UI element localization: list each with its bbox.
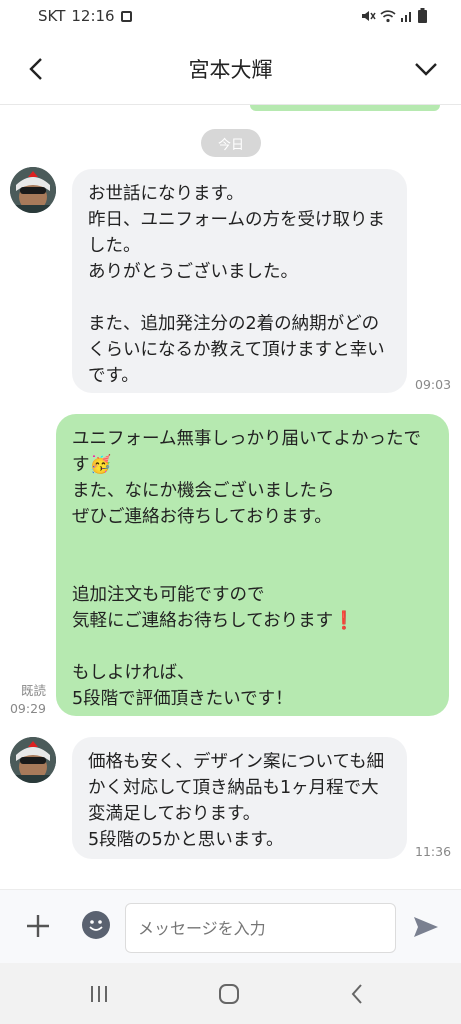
battery-icon <box>418 8 427 23</box>
chat-area[interactable]: 今日 お世話になります。 昨日、ユニフォームの方を受け取りました。 ありがとうご… <box>0 105 461 889</box>
home-icon <box>219 984 239 1004</box>
avatar[interactable] <box>10 737 56 783</box>
attach-button[interactable] <box>22 910 54 942</box>
message-text: もしよければ、 5段階で評価頂きたいです！ <box>72 663 293 709</box>
back-nav-icon <box>351 984 362 1004</box>
contact-name: 宮本大輝 <box>188 58 273 82</box>
recent-apps-icon <box>91 986 107 1002</box>
plus-icon <box>27 915 49 937</box>
message-text: また、なにか機会ございましたら ぜひご連絡お待ちしております。 追加注文も可能で… <box>72 481 335 631</box>
home-button[interactable] <box>214 981 244 1007</box>
message-time: 09:29 <box>9 701 46 716</box>
message-bubble-incoming[interactable]: お世話になります。 昨日、ユニフォームの方を受け取りました。 ありがとうございま… <box>72 169 407 393</box>
signal-icon <box>401 12 411 22</box>
emoji-button[interactable] <box>82 911 110 939</box>
send-icon <box>414 917 438 937</box>
message-input[interactable] <box>125 903 396 953</box>
system-nav-bar <box>0 963 461 1024</box>
message-text: ユニフォーム無事しっかり届いてよかったです <box>72 429 421 475</box>
message-bubble-incoming[interactable]: 価格も安く、デザイン案についても細かく対応して頂き納品も1ヶ月程で大変満足してお… <box>72 737 407 859</box>
read-receipt: 既読 <box>20 683 46 698</box>
message-composer <box>0 889 461 964</box>
message-bubble-outgoing[interactable]: ユニフォーム無事しっかり届いてよかったです🥳 また、なにか機会ございましたら ぜ… <box>56 414 449 716</box>
send-button[interactable] <box>411 912 441 942</box>
recent-apps-button[interactable] <box>84 981 114 1007</box>
mute-icon <box>362 10 376 21</box>
status-bar: SKT 12:16 <box>0 0 461 34</box>
clock: 12:16 <box>71 7 115 25</box>
message-time: 11:36 <box>415 844 452 859</box>
previous-message-bubble <box>250 105 440 111</box>
dropdown-chevron-icon <box>415 63 437 76</box>
party-emoji: 🥳 <box>89 455 112 475</box>
carrier-label: SKT <box>38 7 66 25</box>
back-nav-button[interactable] <box>342 981 372 1007</box>
header-menu-button[interactable] <box>411 54 441 84</box>
chat-header: 宮本大輝 <box>0 34 461 105</box>
wifi-icon <box>380 9 396 22</box>
exclamation-emoji: ❗ <box>333 611 355 631</box>
message-time: 09:03 <box>415 377 452 392</box>
avatar[interactable] <box>10 167 56 213</box>
notification-icon <box>120 10 132 22</box>
emoji-icon <box>89 920 103 931</box>
date-divider: 今日 <box>201 129 261 157</box>
